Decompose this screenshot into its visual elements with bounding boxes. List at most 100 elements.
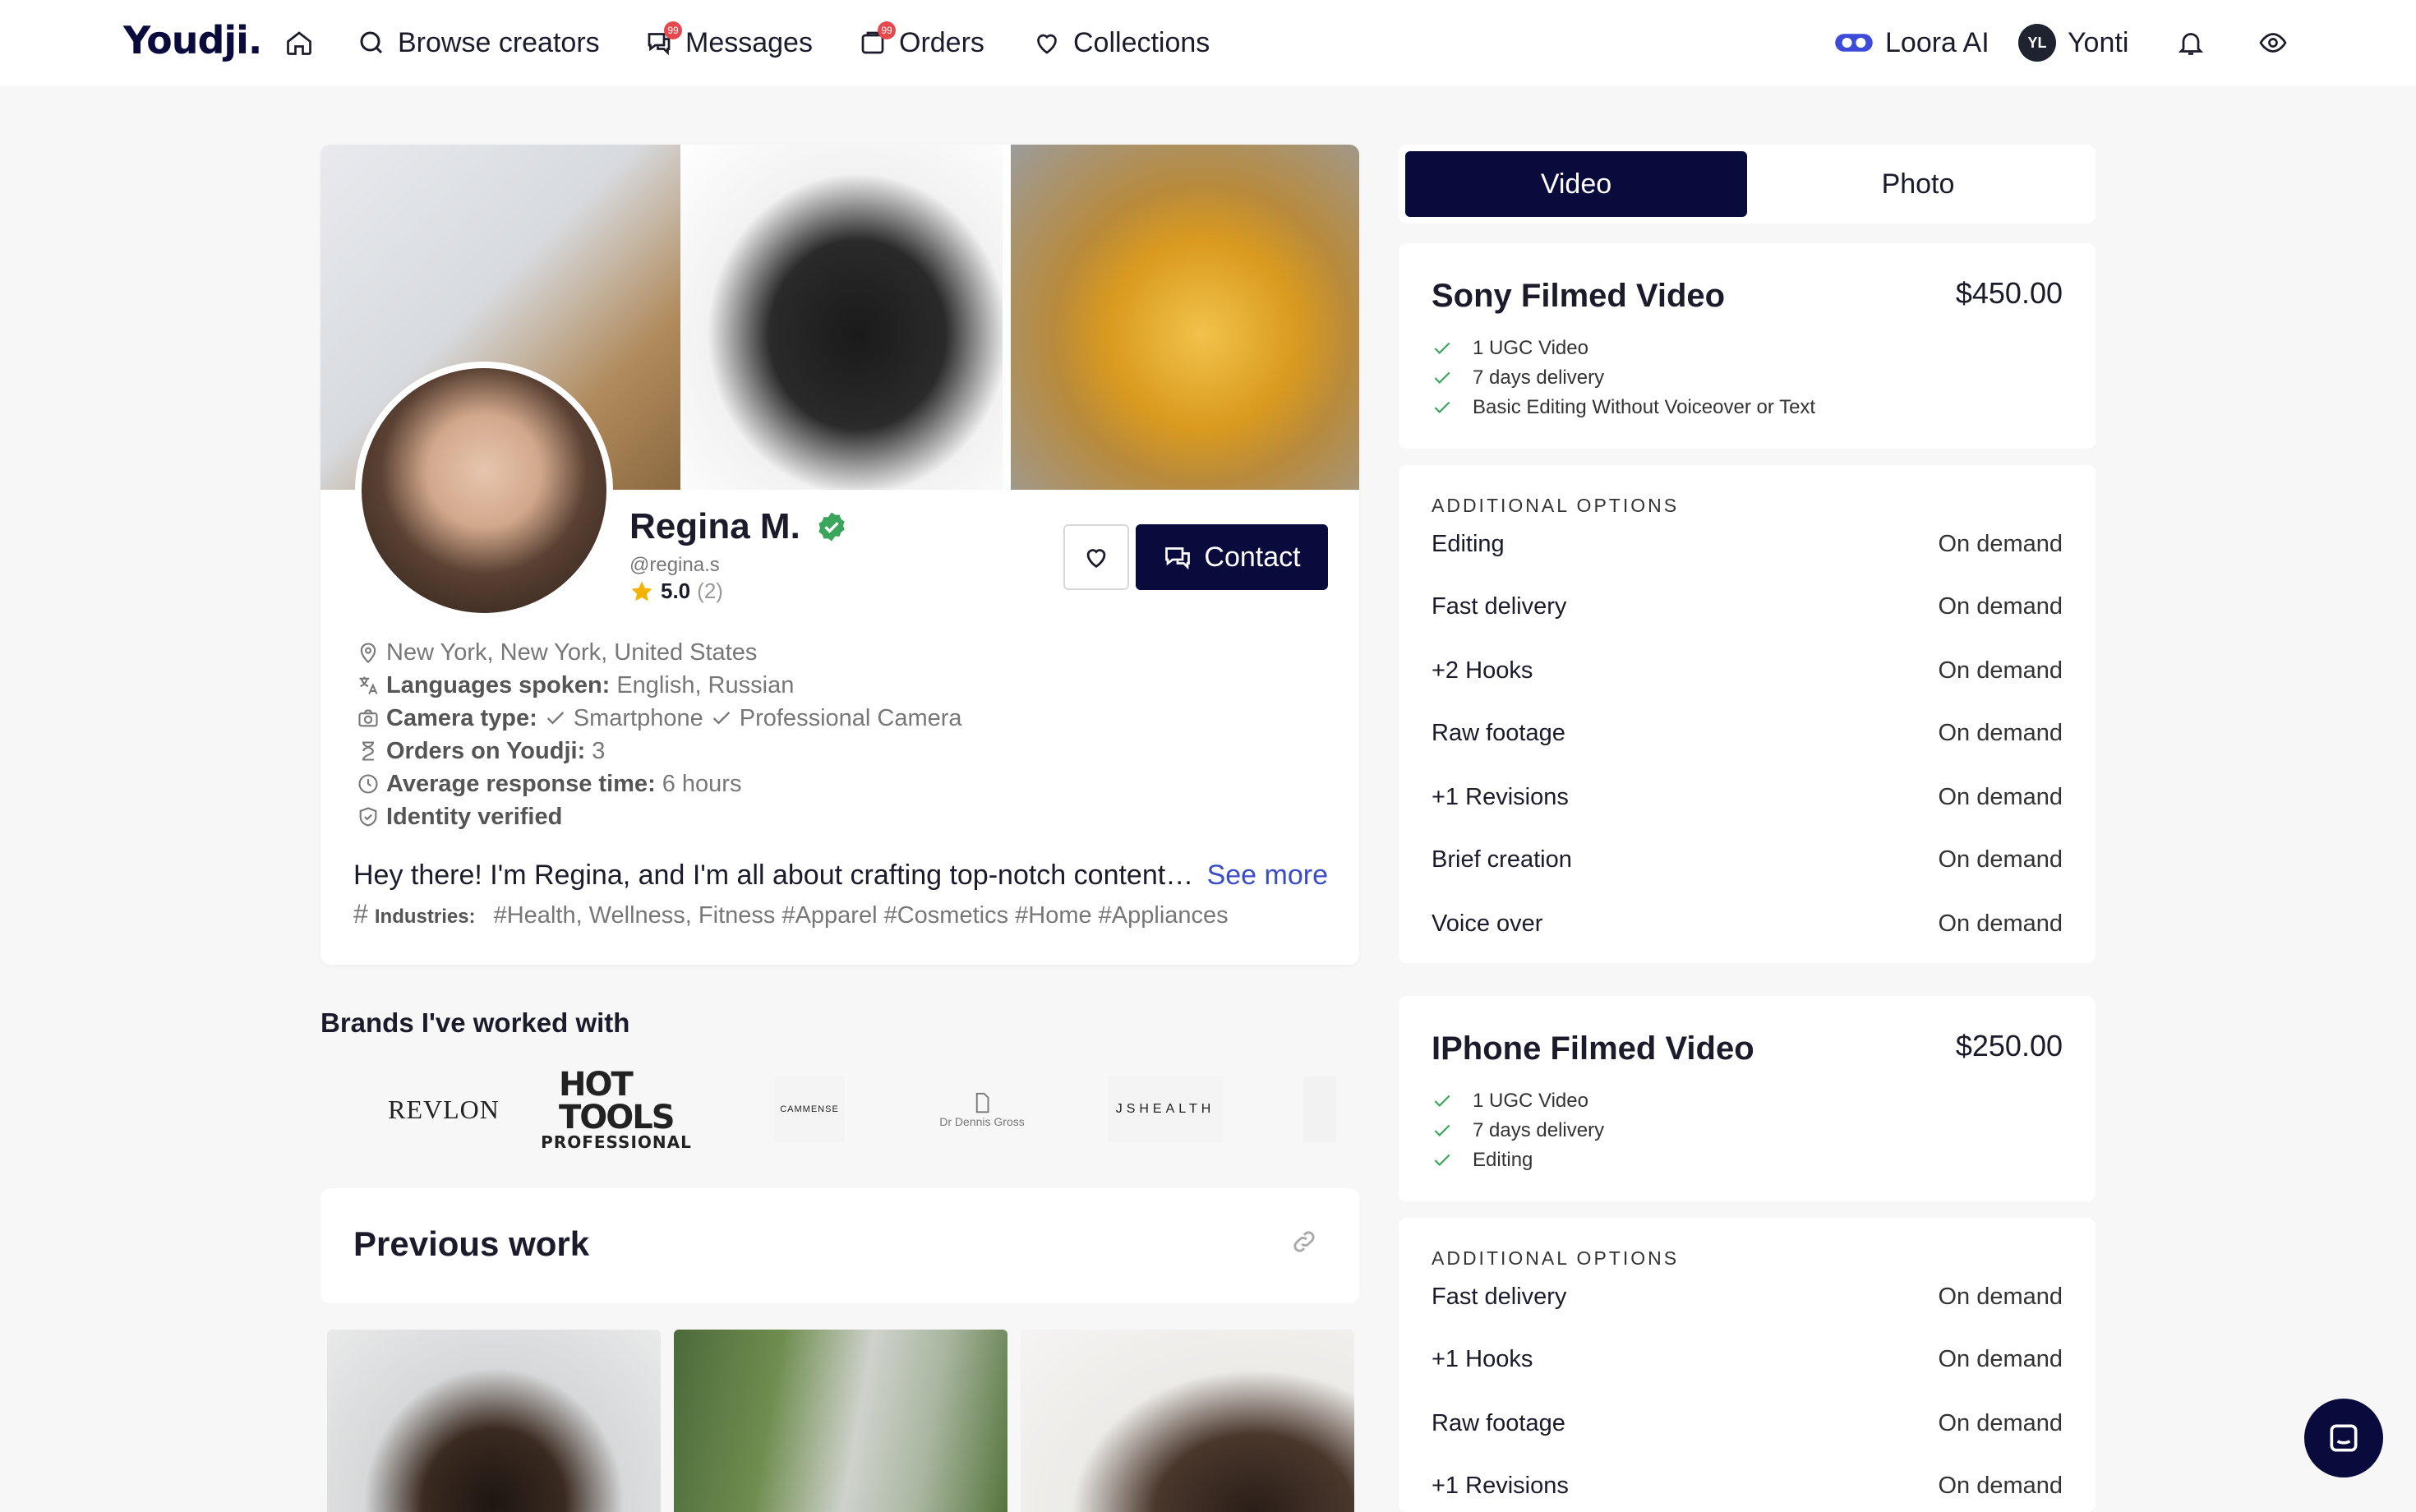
- hot-tools-wordmark: HOT TOOLS: [559, 1066, 675, 1136]
- user-menu[interactable]: YL Yonti: [2018, 21, 2128, 64]
- creator-name: Regina M.: [629, 506, 848, 547]
- response-label: Average response time:: [386, 770, 656, 797]
- option-row[interactable]: Raw footage On demand: [1432, 1392, 2063, 1454]
- work-thumbnail[interactable]: [674, 1330, 1007, 1512]
- home-button[interactable]: [284, 21, 314, 64]
- hash-icon: #: [353, 899, 368, 929]
- tab-video[interactable]: Video: [1405, 151, 1747, 217]
- eye-icon: [2259, 33, 2287, 53]
- tab-photo[interactable]: Photo: [1747, 151, 2089, 217]
- check-icon: [1434, 371, 1450, 384]
- hot-tools-sub: PROFESSIONAL: [541, 1132, 692, 1152]
- home-icon: [287, 31, 311, 55]
- brand-logo-jshealth: JSHEALTH: [1108, 1076, 1223, 1142]
- option-row[interactable]: Voice over On demand: [1432, 892, 2063, 955]
- package-card[interactable]: Sony Filmed Video $450.00 1 UGC Video 7 …: [1399, 243, 2096, 449]
- location-pin-icon: [360, 643, 376, 664]
- creator-rating: 5.0 (2): [629, 579, 723, 604]
- package-feature: Editing: [1432, 1146, 1604, 1175]
- support-chat-button[interactable]: [2304, 1399, 2383, 1477]
- package-feature: Basic Editing Without Voiceover or Text: [1432, 393, 1815, 422]
- feature-text: 1 UGC Video: [1473, 337, 1588, 359]
- logo[interactable]: Youdji.: [123, 18, 262, 62]
- bio-text: Hey there! I'm Regina, and I'm all about…: [353, 860, 1201, 891]
- nav-collections-label: Collections: [1073, 26, 1210, 58]
- option-row[interactable]: +2 Hooks On demand: [1432, 639, 2063, 702]
- option-row[interactable]: Raw footage On demand: [1432, 702, 2063, 764]
- check-icon: [1434, 1154, 1450, 1166]
- brand-logo-dr-dennis-gross: Dr Dennis Gross: [920, 1076, 1044, 1142]
- nav-loora-ai[interactable]: Loora AI: [1834, 21, 1990, 64]
- option-value: On demand: [1938, 657, 2063, 684]
- previous-work-title: Previous work: [353, 1224, 590, 1263]
- link-icon[interactable]: [1290, 1228, 1318, 1256]
- feature-text: 7 days delivery: [1473, 366, 1605, 389]
- favorite-button[interactable]: [1063, 524, 1129, 590]
- option-row[interactable]: Fast delivery On demand: [1432, 575, 2063, 638]
- option-row[interactable]: Brief creation On demand: [1432, 828, 2063, 891]
- nav-orders[interactable]: 99 Orders: [858, 21, 984, 64]
- verified-badge-icon: [818, 512, 845, 542]
- profile-avatar[interactable]: [355, 362, 613, 620]
- rating-score: 5.0: [661, 579, 691, 603]
- preview-button[interactable]: [2258, 21, 2288, 64]
- heart-icon: [1086, 549, 1106, 569]
- notifications-button[interactable]: [2176, 21, 2206, 64]
- dr-dennis-wordmark: Dr Dennis Gross: [939, 1115, 1025, 1128]
- camera-professional: Professional Camera: [739, 704, 962, 731]
- brand-logo-hot-tools: HOT TOOLS PROFESSIONAL: [541, 1068, 691, 1150]
- chat-bubble-icon: [2330, 1424, 2358, 1452]
- clock-icon: [358, 774, 378, 794]
- brand-logo-revlon: REVLON: [388, 1094, 500, 1124]
- package-price: $450.00: [1955, 276, 2063, 310]
- orders-badge: 99: [878, 21, 896, 39]
- feature-text: Editing: [1473, 1149, 1533, 1171]
- creator-name-text: Regina M.: [629, 506, 800, 546]
- nav-messages[interactable]: 99 Messages: [644, 21, 813, 64]
- media-type-tabs: Video Photo: [1399, 145, 2096, 224]
- contact-button[interactable]: Contact: [1136, 524, 1328, 590]
- option-row[interactable]: Editing On demand: [1432, 513, 2063, 575]
- option-row[interactable]: +1 Hooks On demand: [1432, 1328, 2063, 1390]
- camera-label: Camera type:: [386, 704, 537, 731]
- additional-options-card: ADDITIONAL OPTIONS Editing On demand Fast…: [1399, 465, 2096, 963]
- languages-label: Languages spoken:: [386, 671, 611, 698]
- option-row[interactable]: +1 Revisions On demand: [1432, 1454, 2063, 1512]
- package-feature: 1 UGC Video: [1432, 1086, 1604, 1116]
- nav-collections[interactable]: Collections: [1032, 21, 1210, 64]
- top-nav: Youdji. Browse creators 99 Messages 99 O…: [0, 0, 2416, 85]
- package-card[interactable]: IPhone Filmed Video $250.00 1 UGC Video …: [1399, 996, 2096, 1201]
- search-icon: [360, 31, 383, 54]
- translate-icon: [359, 676, 378, 694]
- chat-icon: [1165, 547, 1191, 570]
- option-value: On demand: [1938, 910, 2063, 937]
- bell-icon: [2178, 33, 2204, 55]
- nav-browse-label: Browse creators: [398, 26, 600, 58]
- package-title: Sony Filmed Video: [1432, 278, 1726, 314]
- work-thumbnail[interactable]: [327, 1330, 661, 1512]
- dr-dennis-logo-icon: [975, 1092, 989, 1113]
- work-thumbnail[interactable]: [1021, 1330, 1354, 1512]
- option-name: Raw footage: [1432, 719, 1565, 746]
- industries-value: #Health, Wellness, Fitness #Apparel #Cos…: [493, 902, 1229, 929]
- check-icon: [1434, 401, 1450, 413]
- package-price: $250.00: [1955, 1029, 2063, 1063]
- option-name: Voice over: [1432, 910, 1543, 937]
- heart-icon: [1037, 34, 1057, 54]
- nav-browse-creators[interactable]: Browse creators: [357, 21, 600, 64]
- creator-details: New York, New York, United States Langua…: [357, 636, 962, 833]
- option-name: Raw footage: [1432, 1409, 1565, 1436]
- package-title: IPhone Filmed Video: [1432, 1030, 1754, 1067]
- brands-carousel[interactable]: REVLON HOT TOOLS PROFESSIONAL CAMMENSE D…: [353, 1060, 1359, 1159]
- option-row[interactable]: +1 Revisions On demand: [1432, 766, 2063, 828]
- option-row[interactable]: Fast delivery On demand: [1432, 1265, 2063, 1328]
- orders-value: 3: [592, 737, 606, 764]
- feature-text: 1 UGC Video: [1473, 1090, 1588, 1112]
- hourglass-icon: [362, 741, 374, 761]
- orders-label: Orders on Youdji:: [386, 737, 586, 764]
- package-feature: 1 UGC Video: [1432, 334, 1815, 363]
- industries-label: Industries:: [374, 906, 476, 928]
- package-features: 1 UGC Video 7 days delivery Editing: [1432, 1086, 1604, 1175]
- check-icon: [1434, 1124, 1450, 1136]
- see-more-link[interactable]: See more: [1207, 860, 1328, 892]
